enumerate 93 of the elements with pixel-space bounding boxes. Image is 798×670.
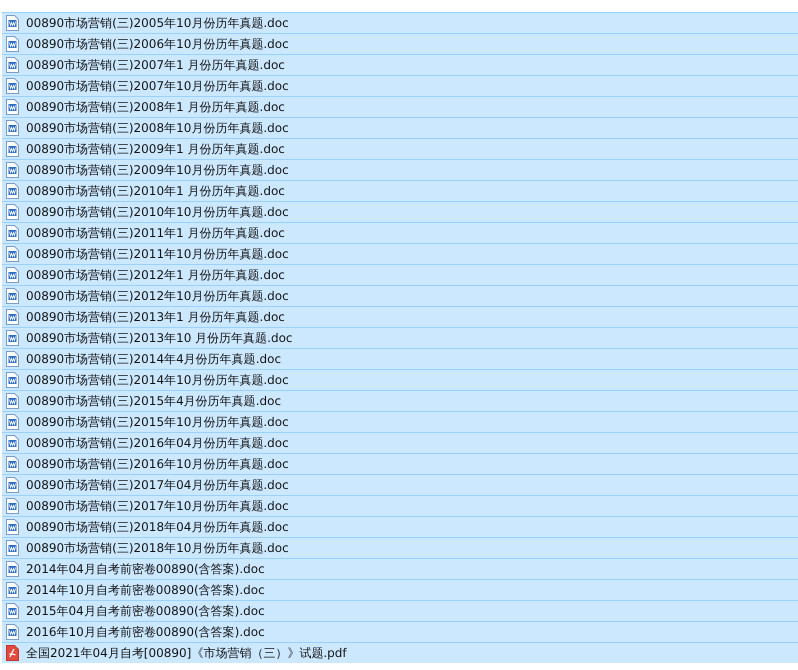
file-name: 2016年10月自考前密卷00890(含答案).doc xyxy=(26,624,265,640)
file-name: 00890市场营销(三)2016年10月份历年真题.doc xyxy=(26,456,289,472)
word-document-icon xyxy=(6,267,19,283)
file-name: 00890市场营销(三)2012年10月份历年真题.doc xyxy=(26,288,289,304)
file-row[interactable]: 00890市场营销(三)2015年10月份历年真题.doc xyxy=(2,411,798,432)
word-document-icon xyxy=(6,246,19,262)
file-row[interactable]: 00890市场营销(三)2009年10月份历年真题.doc xyxy=(2,159,798,180)
file-name: 00890市场营销(三)2006年10月份历年真题.doc xyxy=(26,36,289,52)
word-document-icon xyxy=(6,141,19,157)
file-name: 00890市场营销(三)2013年1 月份历年真题.doc xyxy=(26,308,285,326)
word-document-icon xyxy=(6,288,19,304)
file-name: 00890市场营销(三)2010年1 月份历年真题.doc xyxy=(26,182,285,200)
word-document-icon xyxy=(6,393,19,409)
file-row[interactable]: 00890市场营销(三)2006年10月份历年真题.doc xyxy=(2,33,798,54)
word-document-icon xyxy=(6,435,19,451)
file-row[interactable]: 2016年10月自考前密卷00890(含答案).doc xyxy=(2,621,798,642)
word-document-icon xyxy=(6,204,19,220)
file-name: 00890市场营销(三)2018年10月份历年真题.doc xyxy=(26,540,289,556)
word-document-icon xyxy=(6,519,19,535)
word-document-icon xyxy=(6,99,19,115)
file-name: 2015年04月自考前密卷00890(含答案).doc xyxy=(26,602,265,620)
file-name: 00890市场营销(三)2012年1 月份历年真题.doc xyxy=(26,266,285,284)
file-name: 00890市场营销(三)2014年4月份历年真题.doc xyxy=(26,350,282,368)
file-name: 00890市场营销(三)2008年10月份历年真题.doc xyxy=(26,120,289,136)
file-row[interactable]: 00890市场营销(三)2014年10月份历年真题.doc xyxy=(2,369,798,390)
word-document-icon xyxy=(6,225,19,241)
file-row[interactable]: 00890市场营销(三)2007年10月份历年真题.doc xyxy=(2,75,798,96)
file-name: 00890市场营销(三)2007年1 月份历年真题.doc xyxy=(26,56,285,74)
file-row[interactable]: 00890市场营销(三)2012年10月份历年真题.doc xyxy=(2,285,798,306)
file-name: 00890市场营销(三)2011年1 月份历年真题.doc xyxy=(26,224,285,242)
word-document-icon xyxy=(6,162,19,178)
word-document-icon xyxy=(6,456,19,472)
file-name: 00890市场营销(三)2015年4月份历年真题.doc xyxy=(26,392,282,410)
word-document-icon xyxy=(6,414,19,430)
file-name: 00890市场营销(三)2009年10月份历年真题.doc xyxy=(26,162,289,178)
word-document-icon xyxy=(6,540,19,556)
word-document-icon xyxy=(6,36,19,52)
file-name: 00890市场营销(三)2015年10月份历年真题.doc xyxy=(26,414,289,430)
file-row[interactable]: 2014年04月自考前密卷00890(含答案).doc xyxy=(2,558,798,579)
file-row[interactable]: 00890市场营销(三)2009年1 月份历年真题.doc xyxy=(2,138,798,159)
file-name: 00890市场营销(三)2018年04月份历年真题.doc xyxy=(26,518,289,536)
file-row[interactable]: 00890市场营销(三)2012年1 月份历年真题.doc xyxy=(2,264,798,285)
file-name: 00890市场营销(三)2013年10 月份历年真题.doc xyxy=(26,330,293,346)
word-document-icon xyxy=(6,582,19,598)
file-row[interactable]: 00890市场营销(三)2010年10月份历年真题.doc xyxy=(2,201,798,222)
word-document-icon xyxy=(6,561,19,577)
file-row[interactable]: 全国2021年04月自考[00890]《市场营销（三）》试题.pdf xyxy=(2,642,798,663)
file-name: 00890市场营销(三)2010年10月份历年真题.doc xyxy=(26,204,289,220)
file-row[interactable]: 00890市场营销(三)2011年10月份历年真题.doc xyxy=(2,243,798,264)
word-document-icon xyxy=(6,372,19,388)
file-name: 00890市场营销(三)2009年1 月份历年真题.doc xyxy=(26,140,285,158)
file-row[interactable]: 00890市场营销(三)2014年4月份历年真题.doc xyxy=(2,348,798,369)
file-name: 00890市场营销(三)2007年10月份历年真题.doc xyxy=(26,78,289,94)
file-row[interactable]: 00890市场营销(三)2017年04月份历年真题.doc xyxy=(2,474,798,495)
word-document-icon xyxy=(6,120,19,136)
word-document-icon xyxy=(6,477,19,493)
file-row[interactable]: 00890市场营销(三)2007年1 月份历年真题.doc xyxy=(2,54,798,75)
file-row[interactable]: 00890市场营销(三)2010年1 月份历年真题.doc xyxy=(2,180,798,201)
file-name: 00890市场营销(三)2005年10月份历年真题.doc xyxy=(26,14,289,32)
file-row[interactable]: 00890市场营销(三)2016年10月份历年真题.doc xyxy=(2,453,798,474)
word-document-icon xyxy=(6,624,19,640)
file-name: 00890市场营销(三)2017年04月份历年真题.doc xyxy=(26,476,289,494)
word-document-icon xyxy=(6,603,19,619)
file-name: 2014年10月自考前密卷00890(含答案).doc xyxy=(26,582,265,598)
file-row[interactable]: 2015年04月自考前密卷00890(含答案).doc xyxy=(2,600,798,621)
word-document-icon xyxy=(6,183,19,199)
file-row[interactable]: 00890市场营销(三)2018年04月份历年真题.doc xyxy=(2,516,798,537)
file-name: 全国2021年04月自考[00890]《市场营销（三）》试题.pdf xyxy=(26,644,347,662)
file-row[interactable]: 00890市场营销(三)2008年1 月份历年真题.doc xyxy=(2,96,798,117)
file-row[interactable]: 00890市场营销(三)2011年1 月份历年真题.doc xyxy=(2,222,798,243)
word-document-icon xyxy=(6,330,19,346)
file-row[interactable]: 00890市场营销(三)2005年10月份历年真题.doc xyxy=(2,12,798,33)
file-name: 00890市场营销(三)2008年1 月份历年真题.doc xyxy=(26,98,285,116)
word-document-icon xyxy=(6,57,19,73)
file-row[interactable]: 00890市场营销(三)2013年1 月份历年真题.doc xyxy=(2,306,798,327)
file-name: 00890市场营销(三)2011年10月份历年真题.doc xyxy=(26,246,289,262)
file-name: 00890市场营销(三)2014年10月份历年真题.doc xyxy=(26,372,289,388)
file-row[interactable]: 2014年10月自考前密卷00890(含答案).doc xyxy=(2,579,798,600)
file-row[interactable]: 00890市场营销(三)2008年10月份历年真题.doc xyxy=(2,117,798,138)
file-row[interactable]: 00890市场营销(三)2018年10月份历年真题.doc xyxy=(2,537,798,558)
file-name: 00890市场营销(三)2016年04月份历年真题.doc xyxy=(26,434,289,452)
word-document-icon xyxy=(6,15,19,31)
file-row[interactable]: 00890市场营销(三)2015年4月份历年真题.doc xyxy=(2,390,798,411)
file-row[interactable]: 00890市场营销(三)2016年04月份历年真题.doc xyxy=(2,432,798,453)
file-row[interactable]: 00890市场营销(三)2013年10 月份历年真题.doc xyxy=(2,327,798,348)
file-name: 00890市场营销(三)2017年10月份历年真题.doc xyxy=(26,498,289,514)
word-document-icon xyxy=(6,351,19,367)
word-document-icon xyxy=(6,309,19,325)
word-document-icon xyxy=(6,78,19,94)
word-document-icon xyxy=(6,498,19,514)
pdf-document-icon xyxy=(6,645,19,661)
file-row[interactable]: 00890市场营销(三)2017年10月份历年真题.doc xyxy=(2,495,798,516)
file-name: 2014年04月自考前密卷00890(含答案).doc xyxy=(26,560,265,578)
